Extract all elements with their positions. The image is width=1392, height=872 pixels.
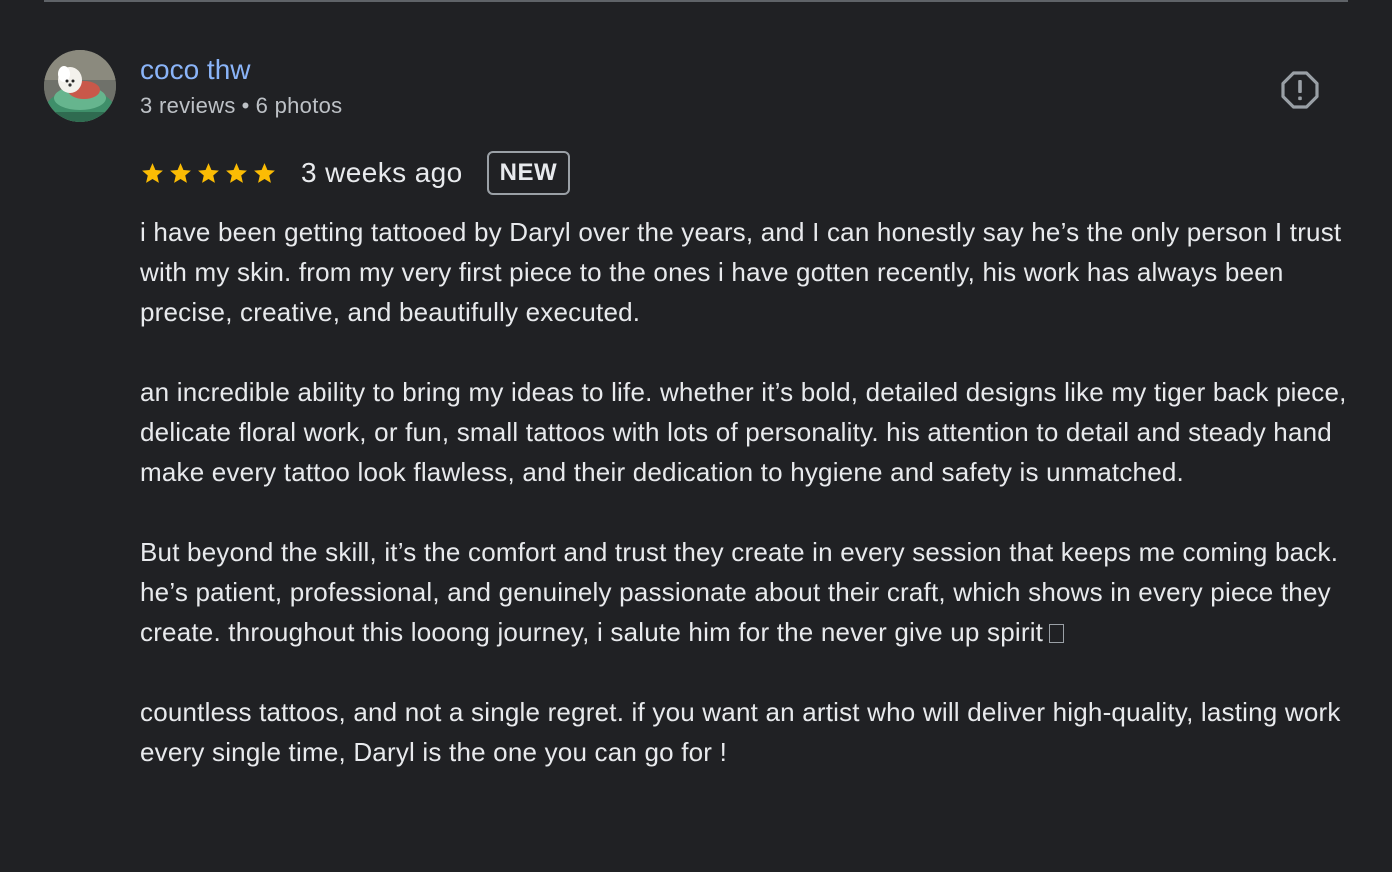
star-rating xyxy=(140,161,277,186)
star-icon xyxy=(142,162,163,183)
report-button[interactable] xyxy=(1278,68,1322,112)
review-text: i have been getting tattooed by Daryl ov… xyxy=(140,212,1360,772)
review-paragraph: i have been getting tattooed by Daryl ov… xyxy=(140,217,1342,327)
review-paragraph: an incredible ability to bring my ideas … xyxy=(140,372,1360,492)
star-icon xyxy=(170,162,191,183)
meta-separator: • xyxy=(241,93,250,118)
rating-row: 3 weeks ago NEW xyxy=(140,149,571,197)
new-badge: NEW xyxy=(486,151,571,195)
avatar-photo xyxy=(44,50,116,122)
report-icon xyxy=(1281,71,1319,109)
author-meta: 3 reviews • 6 photos xyxy=(140,92,342,120)
star-icon xyxy=(226,162,247,183)
review-paragraph: countless tattoos, and not a single regr… xyxy=(140,697,1341,767)
review-paragraph: But beyond the skill, it’s the comfort a… xyxy=(140,532,1360,652)
star-icon xyxy=(254,162,275,183)
review-paragraph-text: But beyond the skill, it’s the comfort a… xyxy=(140,537,1339,647)
author-avatar[interactable] xyxy=(44,50,116,122)
review-time: 3 weeks ago xyxy=(301,157,463,188)
review-paragraph-text: an incredible ability to bring my ideas … xyxy=(140,377,1347,487)
review-card: coco thw 3 reviews • 6 photos 3 weeks ago … xyxy=(0,0,1392,872)
author-name-link[interactable]: coco thw xyxy=(140,52,251,88)
star-icon xyxy=(198,162,219,183)
missing-emoji-glyph xyxy=(1049,624,1065,643)
author-photos-count[interactable]: 6 photos xyxy=(256,93,343,118)
author-reviews-count[interactable]: 3 reviews xyxy=(140,93,236,118)
